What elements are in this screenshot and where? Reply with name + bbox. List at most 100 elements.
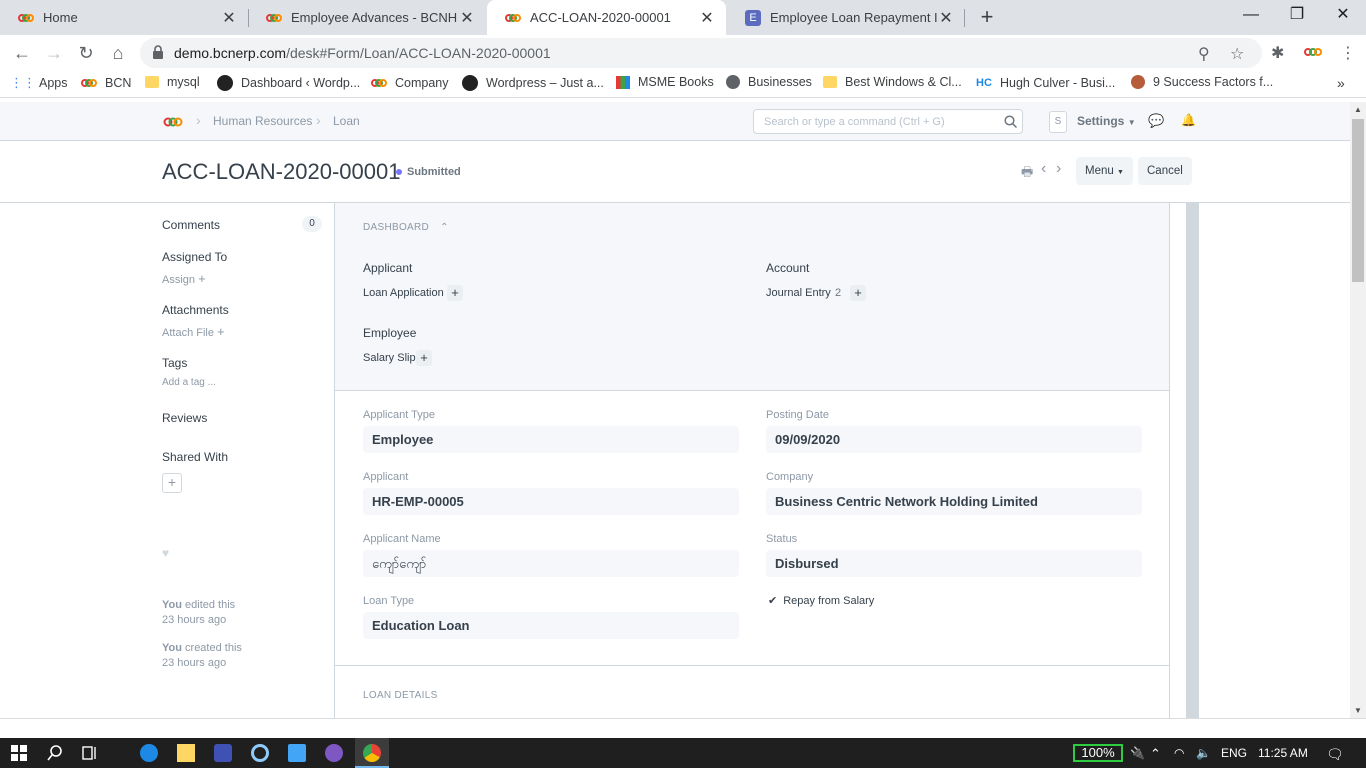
bookmark-msme-books[interactable]: MSME Books: [616, 75, 714, 89]
loan-application-link[interactable]: Loan Application: [363, 287, 444, 299]
back-button[interactable]: ←: [10, 41, 34, 65]
applicant-type-field[interactable]: Employee: [363, 426, 739, 453]
bookmark-hugh-culver[interactable]: HC Hugh Culver - Busi...: [976, 75, 1115, 91]
volume-icon[interactable]: 🔈: [1196, 746, 1211, 760]
new-salary-slip-button[interactable]: +: [416, 350, 432, 366]
breadcrumb-human-resources[interactable]: Human Resources: [213, 114, 312, 128]
task-view-icon[interactable]: [81, 744, 99, 762]
close-icon[interactable]: ✕: [220, 8, 238, 28]
tab-employee-advances[interactable]: Employee Advances - BCNHL ✕: [248, 0, 486, 35]
previous-record-icon[interactable]: ‹: [1041, 160, 1046, 178]
repay-from-salary-checkbox[interactable]: ✔ Repay from Salary: [768, 594, 874, 607]
star-icon[interactable]: ☆: [1230, 44, 1244, 64]
notifications-icon[interactable]: 🗨: [1326, 746, 1344, 763]
store-icon[interactable]: [214, 744, 232, 762]
close-icon[interactable]: ✕: [937, 8, 955, 28]
bcn-logo-icon: [505, 10, 521, 26]
search-icon[interactable]: [46, 744, 64, 762]
page-scrollbar[interactable]: ▲ ▼: [1350, 102, 1366, 718]
attach-file-link[interactable]: Attach File +: [162, 324, 225, 339]
wifi-icon[interactable]: ◠: [1174, 746, 1184, 760]
edge-icon[interactable]: [140, 744, 158, 762]
close-window-button[interactable]: ✕: [1320, 0, 1366, 30]
reload-button[interactable]: ↻: [74, 41, 98, 65]
breadcrumb-loan[interactable]: Loan: [333, 114, 360, 128]
forward-button[interactable]: →: [42, 41, 66, 65]
company-field[interactable]: Business Centric Network Holding Limited: [766, 488, 1142, 515]
windows-start-icon[interactable]: [10, 744, 28, 762]
next-record-icon[interactable]: ›: [1056, 160, 1061, 178]
bookmark-mysql[interactable]: mysql: [145, 75, 200, 89]
clock[interactable]: 11:25 AM: [1258, 746, 1308, 760]
battery-indicator[interactable]: 100%: [1073, 744, 1123, 762]
scroll-up-icon[interactable]: ▲: [1354, 105, 1362, 114]
bookmark-businesses[interactable]: Businesses: [726, 75, 812, 89]
scroll-down-icon[interactable]: ▼: [1354, 706, 1362, 715]
heart-icon[interactable]: ♥: [162, 546, 169, 560]
assign-link[interactable]: Assign +: [162, 271, 206, 286]
power-plug-icon[interactable]: 🔌: [1130, 746, 1145, 760]
close-icon[interactable]: ✕: [698, 8, 716, 28]
restore-button[interactable]: ❐: [1274, 0, 1320, 30]
new-loan-application-button[interactable]: +: [447, 285, 463, 301]
minimize-button[interactable]: —: [1228, 0, 1274, 30]
new-tab-button[interactable]: +: [976, 4, 998, 30]
chevron-up-icon[interactable]: ⌃: [1150, 746, 1161, 762]
home-button[interactable]: ⌂: [106, 41, 130, 65]
loan-details-heading[interactable]: LOAN DETAILS: [363, 690, 438, 701]
app-icon[interactable]: [251, 744, 269, 762]
created-text: created this: [185, 642, 242, 654]
bookmark-company[interactable]: Company: [371, 75, 449, 91]
note-icon: [823, 76, 837, 88]
extensions-icon[interactable]: ✱: [1271, 43, 1284, 63]
new-journal-entry-button[interactable]: +: [850, 285, 866, 301]
status-field[interactable]: Disbursed: [766, 550, 1142, 577]
bell-icon[interactable]: 🔔: [1181, 113, 1196, 127]
awesome-bar-search[interactable]: Search or type a command (Ctrl + G): [753, 109, 1023, 134]
share-add-button[interactable]: +: [162, 473, 182, 493]
loan-type-field[interactable]: Education Loan: [363, 612, 739, 639]
close-icon[interactable]: ✕: [458, 8, 476, 28]
bookmark-wordpress[interactable]: Wordpress – Just a...: [462, 75, 604, 91]
settings-dropdown[interactable]: Settings ▼: [1077, 114, 1136, 128]
inner-scroll-track[interactable]: [1186, 203, 1199, 718]
tab-loan-active[interactable]: ACC-LOAN-2020-00001 ✕: [487, 0, 726, 35]
avatar[interactable]: S: [1049, 111, 1067, 133]
mail-icon[interactable]: [288, 744, 306, 762]
cancel-button[interactable]: Cancel: [1138, 157, 1192, 185]
applicant-field[interactable]: HR-EMP-00005: [363, 488, 739, 515]
file-explorer-icon[interactable]: [177, 744, 195, 762]
chat-icon[interactable]: 💬: [1148, 113, 1164, 129]
bookmark-best-windows[interactable]: Best Windows & Cl...: [823, 75, 962, 89]
section-divider: [335, 665, 1169, 666]
comments-label[interactable]: Comments: [162, 218, 220, 232]
dashboard-heading[interactable]: DASHBOARD ⌃: [363, 222, 449, 233]
address-bar[interactable]: demo.bcnerp.com/desk#Form/Loan/ACC-LOAN-…: [140, 38, 1262, 68]
scrollbar-thumb[interactable]: [1352, 119, 1364, 282]
status-label: Submitted: [407, 166, 461, 178]
kebab-menu-icon[interactable]: ⋮: [1340, 43, 1356, 63]
zoom-icon[interactable]: ⚲: [1198, 44, 1210, 64]
add-tag-input[interactable]: Add a tag ...: [162, 377, 216, 388]
chrome-taskbar-button[interactable]: [355, 738, 389, 768]
posting-date-field[interactable]: 09/09/2020: [766, 426, 1142, 453]
bookmark-bcn[interactable]: BCN: [81, 75, 131, 91]
form-main: DASHBOARD ⌃ Applicant Loan Application +…: [334, 203, 1170, 718]
viber-icon[interactable]: [325, 744, 343, 762]
bookmark-dashboard[interactable]: Dashboard ‹ Wordp...: [217, 75, 360, 91]
tab-separator: [964, 9, 965, 27]
journal-entry-link[interactable]: Journal Entry: [766, 287, 831, 299]
bookmark-apps[interactable]: ⋮⋮ Apps: [10, 75, 68, 91]
bcn-extension-icon[interactable]: [1304, 44, 1322, 62]
tab-loan-repayment-issue[interactable]: E Employee Loan Repayment Issue ✕: [727, 0, 965, 35]
bookmark-label: Wordpress – Just a...: [486, 76, 604, 90]
applicant-name-field[interactable]: ကျော်ကျော်: [363, 550, 739, 577]
salary-slip-link[interactable]: Salary Slip: [363, 352, 416, 364]
tab-home[interactable]: Home ✕: [0, 0, 248, 35]
app-logo-icon[interactable]: [163, 115, 183, 133]
language-indicator[interactable]: ENG: [1221, 746, 1247, 760]
bookmark-success-factors[interactable]: 9 Success Factors f...: [1131, 75, 1273, 89]
menu-button[interactable]: Menu ▼: [1076, 157, 1133, 185]
print-icon[interactable]: 🖶: [1021, 163, 1033, 185]
more-bookmarks-icon[interactable]: »: [1337, 75, 1345, 91]
